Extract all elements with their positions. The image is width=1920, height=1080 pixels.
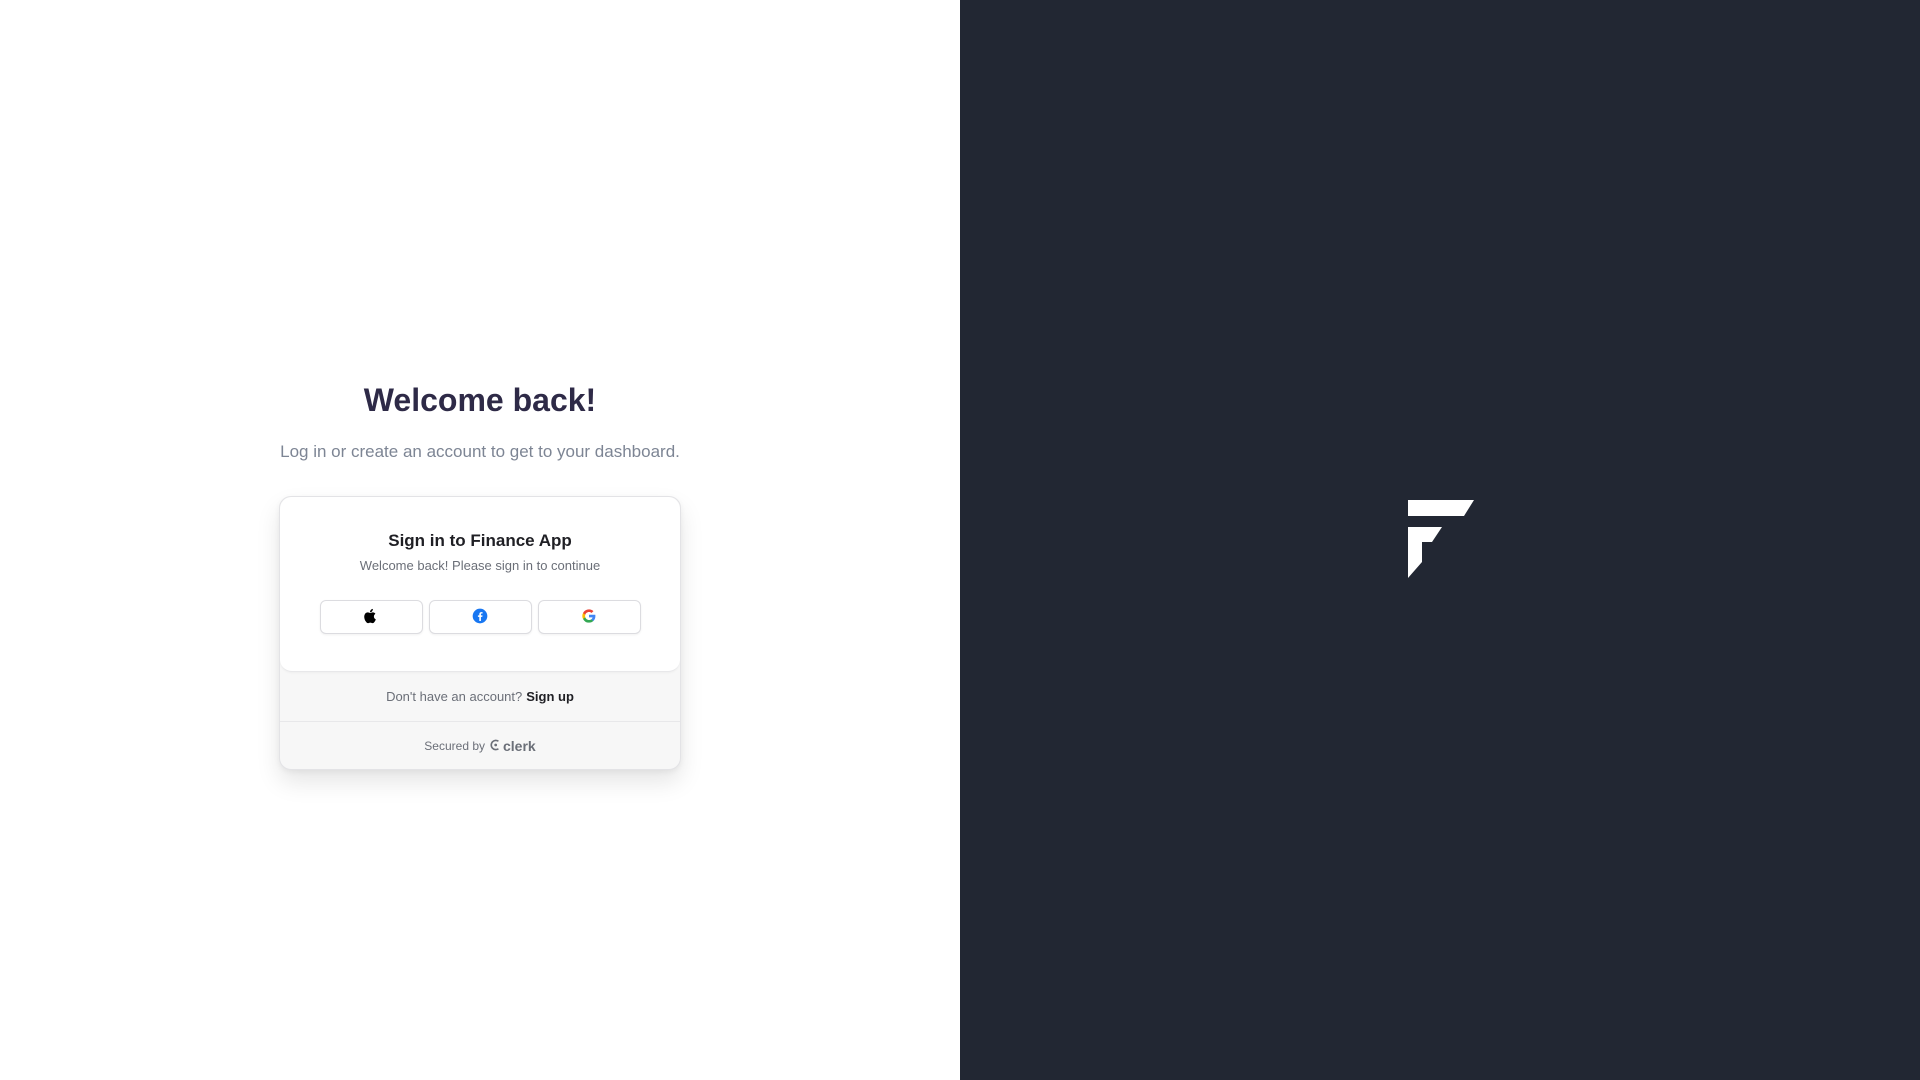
signin-card-subtitle: Welcome back! Please sign in to continue: [359, 558, 601, 573]
clerk-brand-text: clerk: [503, 738, 536, 754]
clerk-brand-link[interactable]: clerk: [490, 738, 536, 754]
facebook-signin-button[interactable]: [428, 600, 532, 634]
facebook-icon: [472, 608, 488, 627]
brand-panel: [960, 0, 1920, 1080]
apple-signin-button[interactable]: [319, 600, 423, 634]
page-subheading: Log in or create an account to get to yo…: [280, 442, 680, 461]
clerk-logo-icon: [490, 738, 501, 754]
google-icon: [581, 608, 597, 627]
signin-card-title: Sign in to Finance App: [388, 531, 572, 550]
signup-footer: Don't have an account? Sign up: [280, 672, 680, 722]
social-login-buttons: [319, 600, 641, 634]
secured-by-footer: Secured by clerk: [280, 722, 680, 769]
page-heading: Welcome back!: [363, 382, 597, 418]
auth-panel: Welcome back! Log in or create an accoun…: [0, 0, 960, 1080]
signin-card-main: Sign in to Finance App Welcome back! Ple…: [280, 497, 680, 672]
secured-by-label: Secured by: [424, 739, 485, 753]
signup-prompt: Don't have an account?: [386, 689, 523, 704]
signup-link[interactable]: Sign up: [526, 689, 574, 704]
apple-icon: [363, 608, 379, 627]
signin-card: Sign in to Finance App Welcome back! Ple…: [279, 496, 681, 770]
google-signin-button[interactable]: [537, 600, 641, 634]
finance-logo-icon: [1408, 500, 1474, 578]
